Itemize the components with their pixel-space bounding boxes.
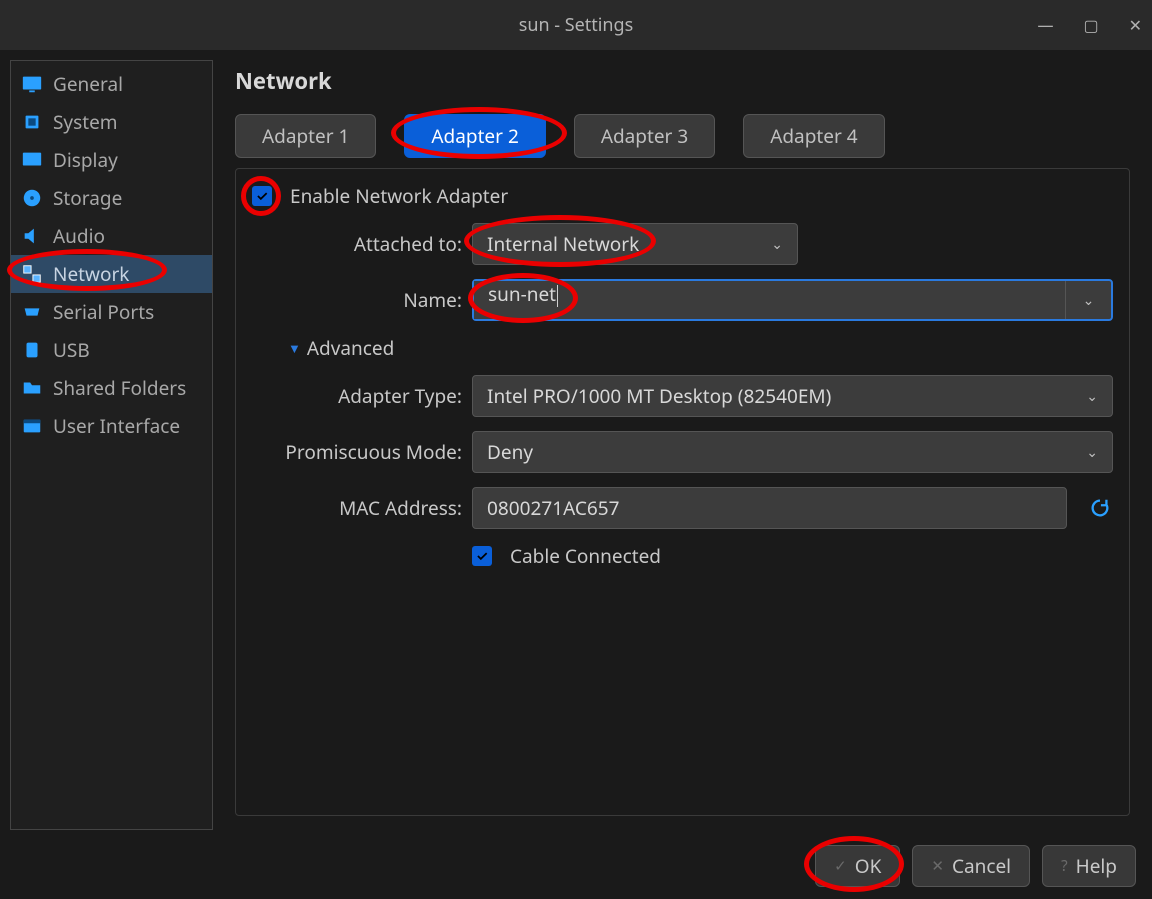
network-name-input[interactable]: sun-net (474, 281, 1065, 319)
serial-icon (21, 301, 43, 323)
sidebar-item-label: System (53, 109, 118, 135)
name-label: Name: (252, 287, 462, 313)
sidebar-item-label: USB (53, 337, 90, 363)
enable-adapter-checkbox[interactable] (252, 186, 272, 206)
mac-address-input[interactable]: 0800271AC657 (472, 487, 1067, 529)
network-icon (21, 263, 43, 285)
sidebar-item-userinterface[interactable]: User Interface (11, 407, 212, 445)
sidebar-item-label: Network (53, 261, 129, 287)
attached-to-label: Attached to: (252, 231, 462, 257)
network-name-dropdown[interactable]: ⌄ (1065, 281, 1111, 319)
ui-icon (21, 415, 43, 437)
tab-adapter-1[interactable]: Adapter 1 (235, 114, 376, 158)
sidebar-item-label: Storage (53, 185, 122, 211)
sidebar-item-usb[interactable]: USB (11, 331, 212, 369)
adapter-type-label: Adapter Type: (252, 383, 462, 409)
cable-connected-checkbox[interactable] (472, 546, 492, 566)
tab-adapter-3[interactable]: Adapter 3 (574, 114, 715, 158)
check-icon: ✓ (834, 856, 847, 876)
cancel-button[interactable]: ✕ Cancel (912, 845, 1030, 887)
chevron-down-icon: ⌄ (1086, 443, 1098, 462)
sidebar-item-label: User Interface (53, 413, 180, 439)
sidebar-item-storage[interactable]: Storage (11, 179, 212, 217)
sidebar-item-label: General (53, 71, 123, 97)
dialog-footer: ✓ OK ✕ Cancel ? Help (815, 845, 1136, 887)
question-icon: ? (1061, 856, 1068, 876)
sidebar-item-network[interactable]: Network (11, 255, 212, 293)
help-button[interactable]: ? Help (1042, 845, 1136, 887)
chevron-down-icon: ⌄ (1086, 387, 1098, 406)
adapter-type-select[interactable]: Intel PRO/1000 MT Desktop (82540EM) ⌄ (472, 375, 1113, 417)
network-name-combo[interactable]: sun-net ⌄ (472, 279, 1113, 321)
mac-address-label: MAC Address: (252, 495, 462, 521)
sidebar-item-serialports[interactable]: Serial Ports (11, 293, 212, 331)
maximize-icon[interactable]: ▢ (1083, 14, 1098, 36)
sidebar-item-sharedfolders[interactable]: Shared Folders (11, 369, 212, 407)
advanced-disclosure[interactable]: ▼ Advanced (288, 335, 1113, 361)
sidebar-item-system[interactable]: System (11, 103, 212, 141)
chevron-down-icon: ⌄ (1083, 291, 1095, 310)
sidebar-item-general[interactable]: General (11, 65, 212, 103)
window-title: sun - Settings (519, 13, 634, 37)
adapter-frame: Enable Network Adapter Attached to: Inte… (235, 168, 1130, 816)
titlebar: sun - Settings — ▢ ✕ (0, 0, 1152, 50)
attached-to-select[interactable]: Internal Network ⌄ (472, 223, 798, 265)
cable-connected-label: Cable Connected (510, 543, 661, 569)
sidebar-item-label: Display (53, 147, 118, 173)
promiscuous-mode-select[interactable]: Deny ⌄ (472, 431, 1113, 473)
page-title: Network (235, 66, 1130, 96)
tab-adapter-2[interactable]: Adapter 2 (404, 114, 545, 158)
monitor-icon (21, 73, 43, 95)
usb-icon (21, 339, 43, 361)
refresh-mac-button[interactable] (1087, 495, 1113, 521)
enable-adapter-label: Enable Network Adapter (290, 183, 508, 209)
disk-icon (21, 187, 43, 209)
content-pane: Network Adapter 1 Adapter 2 Adapter 3 Ad… (213, 50, 1152, 840)
sidebar-item-display[interactable]: Display (11, 141, 212, 179)
sidebar-item-audio[interactable]: Audio (11, 217, 212, 255)
sidebar-item-label: Shared Folders (53, 375, 186, 401)
settings-sidebar: General System Display Storage Audio Net… (10, 60, 213, 830)
close-icon[interactable]: ✕ (1129, 14, 1142, 36)
promiscuous-mode-label: Promiscuous Mode: (252, 439, 462, 465)
tab-adapter-4[interactable]: Adapter 4 (743, 114, 884, 158)
sidebar-item-label: Audio (53, 223, 105, 249)
ok-button[interactable]: ✓ OK (815, 845, 900, 887)
speaker-icon (21, 225, 43, 247)
chevron-down-icon: ⌄ (771, 235, 783, 254)
adapter-tabs: Adapter 1 Adapter 2 Adapter 3 Adapter 4 (235, 114, 1130, 158)
folder-icon (21, 377, 43, 399)
display-icon (21, 149, 43, 171)
triangle-down-icon: ▼ (288, 339, 301, 357)
minimize-icon[interactable]: — (1037, 14, 1053, 36)
sidebar-item-label: Serial Ports (53, 299, 154, 325)
x-icon: ✕ (931, 856, 944, 876)
chip-icon (21, 111, 43, 133)
